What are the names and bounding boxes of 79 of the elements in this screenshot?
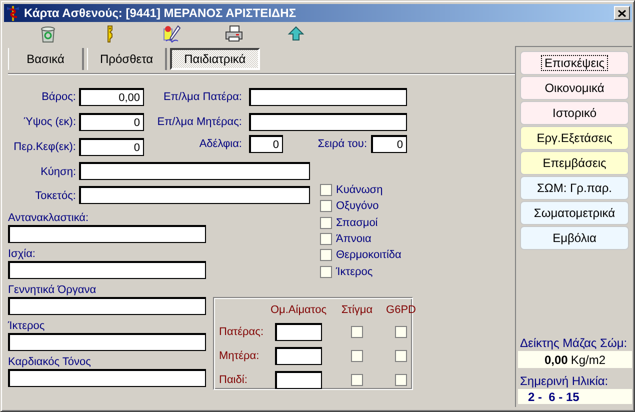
input-field[interactable]	[249, 113, 407, 131]
printer-icon	[224, 24, 244, 44]
field-label: Περ.Κεφ(εκ):	[14, 141, 77, 153]
field-label: Επ/λμα Πατέρα:	[164, 91, 243, 103]
tab[interactable]: Παιδιατρικά	[170, 48, 260, 70]
row-label: Μητέρα:	[219, 350, 260, 362]
age-label: Σημερινή Ηλικία:	[520, 374, 610, 388]
checkbox[interactable]	[351, 350, 363, 362]
input-field[interactable]	[8, 333, 206, 351]
checkbox[interactable]	[320, 266, 332, 278]
input-field[interactable]: 0	[79, 138, 144, 156]
nav-button[interactable]: Επισκέψεις	[520, 51, 629, 75]
checkbox[interactable]	[395, 374, 407, 386]
input-field[interactable]	[249, 88, 407, 106]
checkbox[interactable]	[351, 326, 363, 338]
checkbox[interactable]	[395, 350, 407, 362]
checkbox[interactable]	[320, 200, 332, 212]
field-label: Άπνοια	[336, 233, 372, 246]
input-field[interactable]	[275, 371, 322, 389]
column-header: G6PD	[386, 304, 416, 316]
nav-button[interactable]: ΣΩΜ: Γρ.παρ.	[520, 176, 629, 200]
checkbox[interactable]	[320, 233, 332, 246]
checkbox[interactable]	[320, 216, 332, 229]
checkbox[interactable]	[320, 249, 332, 262]
field-label: Ισχία:	[8, 247, 36, 261]
input-field[interactable]	[275, 347, 322, 365]
input-field[interactable]	[275, 323, 322, 341]
key-icon	[107, 25, 113, 43]
age-value: 2 - 6 - 15	[528, 390, 580, 404]
row-label: Πατέρας:	[219, 326, 265, 338]
input-field[interactable]	[8, 369, 206, 387]
nav-button[interactable]: Σωματομετρικά	[520, 201, 629, 225]
bmi-label: Δείκτης Μάζας Σώμ:	[520, 336, 628, 350]
checkbox[interactable]	[395, 326, 407, 338]
input-field[interactable]: 0	[371, 135, 407, 153]
pen-icon	[162, 24, 182, 44]
field-label: Βάρος:	[42, 91, 77, 103]
tab[interactable]: Βασικά	[8, 48, 84, 70]
input-field[interactable]	[8, 261, 206, 279]
input-field[interactable]	[8, 297, 206, 315]
input-field[interactable]: 0,00	[79, 88, 144, 106]
tab[interactable]: Πρόσθετα	[87, 48, 168, 70]
input-field[interactable]	[79, 162, 310, 180]
input-field[interactable]: 0	[79, 113, 144, 131]
field-label: Γεννητικά Όργανα	[8, 283, 98, 297]
field-label: Καρδιακός Τόνος	[8, 355, 92, 369]
field-label: Θερμοκοιτίδα	[336, 249, 402, 262]
field-label: Επ/λμα Μητέρας:	[157, 116, 243, 128]
bmi-unit: Kg/m2	[570, 352, 606, 366]
caduceus-icon	[6, 5, 20, 21]
field-label: Ύψος (εκ):	[23, 116, 77, 128]
field-label: Κύηση:	[40, 166, 77, 178]
recycle-bin-icon	[38, 24, 58, 44]
bmi-value: 0,00	[544, 352, 568, 366]
column-header: Ομ.Αίματος	[270, 304, 327, 316]
field-label: Ίκτερος	[8, 319, 46, 333]
field-label: Κυάνωση	[336, 184, 383, 196]
field-label: Σειρά του:	[316, 138, 368, 150]
checkbox[interactable]	[320, 184, 332, 196]
field-label: Αντανακλαστικά:	[8, 211, 90, 225]
nav-button[interactable]: Εργ.Εξετάσεις	[520, 126, 629, 150]
field-label: Τοκετός:	[35, 190, 77, 202]
input-field[interactable]: 0	[249, 135, 283, 153]
input-field[interactable]	[8, 225, 206, 243]
field-label: Οξυγόνο	[336, 200, 379, 212]
input-field[interactable]	[79, 186, 310, 204]
row-label: Παιδί:	[219, 374, 248, 386]
close-icon	[618, 10, 626, 16]
field-label: Αδέλφια:	[199, 138, 243, 150]
column-header: Στίγμα	[341, 304, 373, 316]
nav-button[interactable]: Εμβόλια	[520, 226, 629, 250]
window-title: Κάρτα Ασθενούς: [9441] ΜΕΡΑΝΟΣ ΑΡΙΣΤΕΙΔΗΣ	[24, 6, 298, 20]
nav-button[interactable]: Ιστορικό	[520, 101, 629, 125]
close-button[interactable]	[614, 6, 630, 20]
nav-button[interactable]: Οικονομικά	[520, 76, 629, 100]
field-label: Σπασμοί	[336, 216, 378, 229]
nav-button[interactable]: Επεμβάσεις	[520, 151, 629, 175]
field-label: Ίκτερος	[336, 266, 373, 278]
checkbox[interactable]	[351, 374, 363, 386]
